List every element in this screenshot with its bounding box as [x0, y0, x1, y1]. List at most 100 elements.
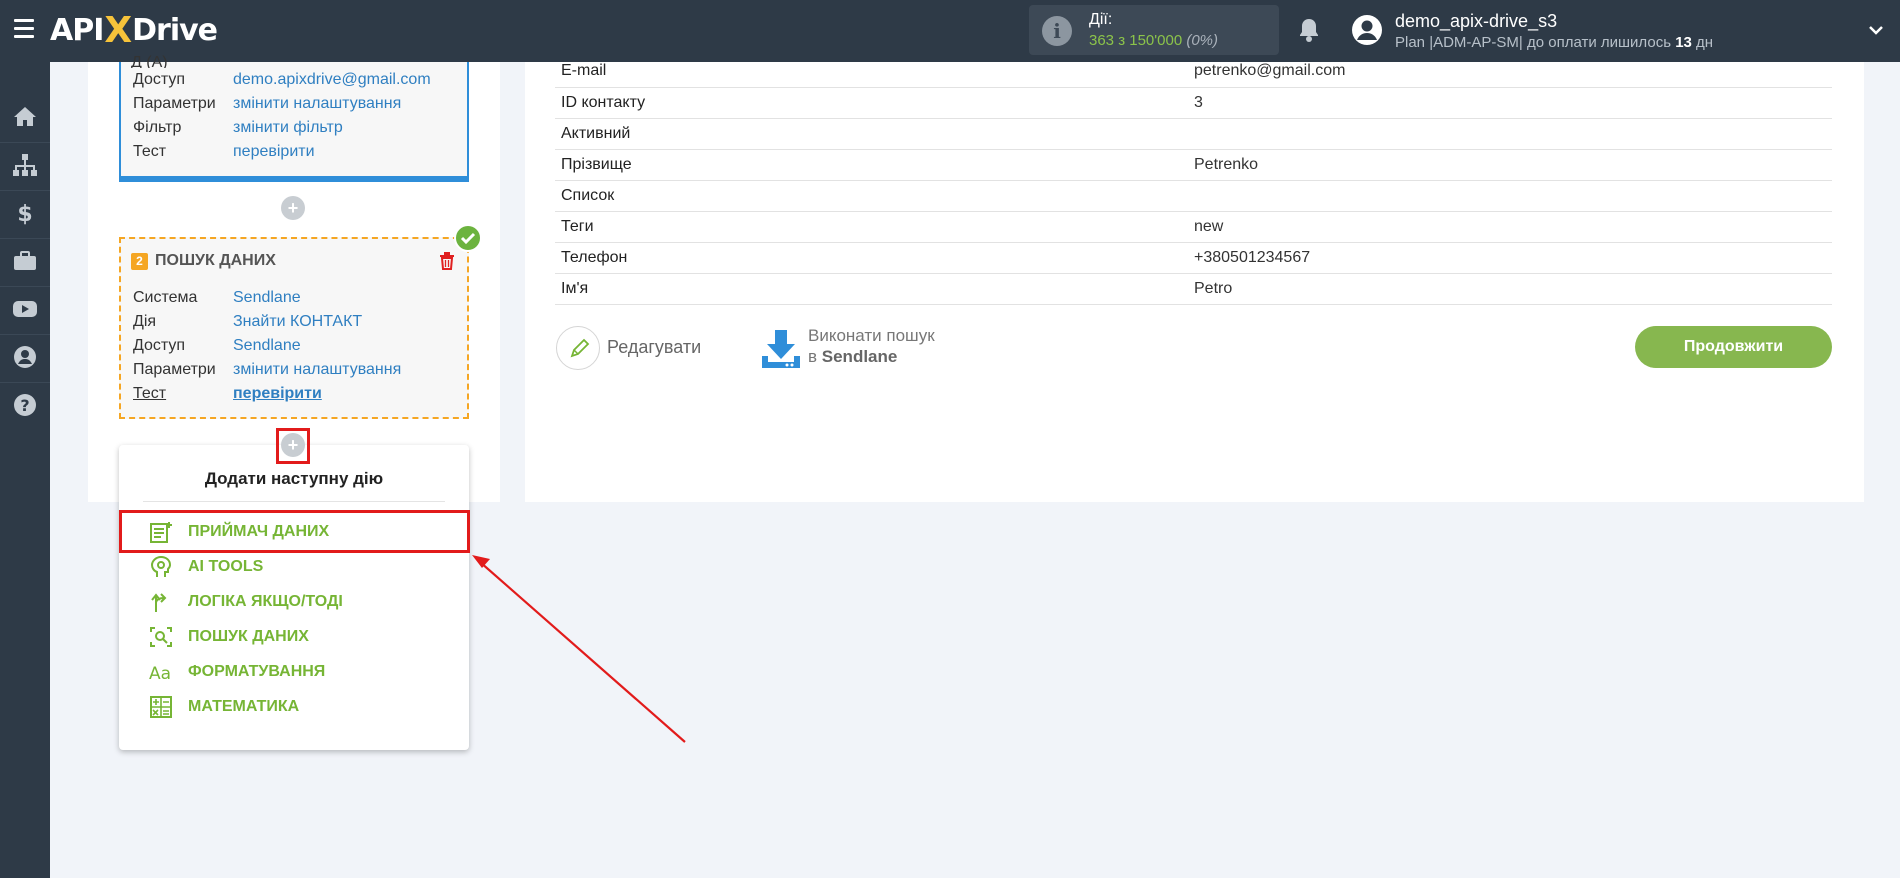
- field-name: Телефон: [555, 242, 1194, 274]
- ai-head-icon: [150, 556, 172, 577]
- actions-counter[interactable]: i Дії: 363 з 150'000 (0%): [1029, 5, 1279, 55]
- result-table: E-mail petrenko@gmail.com ID контакту 3 Ак…: [555, 56, 1832, 305]
- field-value: +380501234567: [1194, 242, 1832, 274]
- menu-item-ai-tools[interactable]: AI TOOLS: [119, 549, 469, 584]
- card2-row: Система Sendlane: [133, 289, 301, 307]
- add-step-button[interactable]: +: [281, 196, 305, 220]
- plan-prefix: Plan |ADM-AP-SM| до оплати лишилось: [1395, 34, 1672, 51]
- field-name: ID контакту: [555, 87, 1194, 119]
- table-row: Список: [555, 180, 1832, 212]
- user-circle-icon[interactable]: [12, 344, 38, 370]
- avatar-icon[interactable]: [1351, 14, 1383, 46]
- dollar-icon[interactable]: $: [12, 200, 38, 226]
- row-label: Фільтр: [133, 119, 182, 136]
- row-value-link[interactable]: перевірити: [233, 143, 315, 161]
- card-title: ПОШУК ДАНИХ: [155, 252, 276, 269]
- dropdown-title: Додати наступну дію: [204, 469, 384, 488]
- field-value: new: [1194, 211, 1832, 243]
- source-card: Д (A) Доступ demo.apixdrive@gmail.com Пар…: [119, 54, 469, 182]
- row-label: Система: [133, 289, 198, 306]
- row-value-link[interactable]: Знайти КОНТАКТ: [233, 313, 362, 331]
- branch-icon: [151, 593, 167, 612]
- actions-count: 363 з 150'000: [1089, 32, 1183, 49]
- logo-suffix: Drive: [132, 12, 218, 48]
- table-row: E-mail petrenko@gmail.com: [555, 56, 1832, 88]
- row-value-link[interactable]: Sendlane: [233, 337, 301, 355]
- search-data-card: 2 ПОШУК ДАНИХ Система Sendlane Дія Знайти …: [119, 237, 469, 419]
- menu-item-label: ФОРМАТУВАННЯ: [188, 663, 326, 680]
- math-icon: [150, 696, 172, 718]
- search-run-label[interactable]: Виконати пошук: [808, 326, 935, 346]
- continue-button[interactable]: Продовжити: [1635, 326, 1832, 368]
- row-value-link[interactable]: Sendlane: [233, 289, 301, 307]
- menu-item-label: МАТЕМАТИКА: [188, 698, 300, 715]
- field-name: E-mail: [555, 56, 1194, 88]
- table-row: ID контакту 3: [555, 87, 1832, 119]
- chevron-down-icon[interactable]: [1868, 22, 1884, 38]
- table-row: Активний: [555, 118, 1832, 150]
- youtube-icon[interactable]: [12, 296, 38, 322]
- test-link[interactable]: перевірити: [233, 385, 322, 403]
- card2-row: Тест перевірити: [133, 385, 322, 403]
- table-row: Телефон +380501234567: [555, 242, 1832, 274]
- field-value: [1194, 118, 1832, 150]
- svg-text:?: ?: [20, 396, 29, 415]
- table-row: Теги new: [555, 211, 1832, 243]
- divider: [143, 501, 445, 502]
- user-plan: Plan |ADM-AP-SM| до оплати лишилось 13 д…: [1395, 34, 1713, 51]
- search-in: в: [808, 347, 818, 366]
- edit-button[interactable]: [556, 326, 600, 370]
- menu-item-logic[interactable]: ЛОГІКА ЯКЩО/ТОДІ: [119, 584, 469, 619]
- row-label: Тест: [133, 143, 167, 160]
- clipped-row: Д (A): [131, 54, 168, 68]
- row-label: Дія: [133, 313, 157, 330]
- logo-x: X: [104, 9, 132, 51]
- field-value: Petrenko: [1194, 149, 1832, 181]
- step-number-badge: 2: [131, 253, 148, 270]
- bell-icon[interactable]: [1297, 17, 1321, 43]
- menu-item-math[interactable]: МАТЕМАТИКА: [119, 689, 469, 724]
- menu-item-search-data[interactable]: ПОШУК ДАНИХ: [119, 619, 469, 654]
- svg-text:Aa: Aa: [149, 664, 171, 683]
- actions-percent: (0%): [1186, 32, 1219, 49]
- download-search-icon[interactable]: [760, 328, 802, 370]
- field-name: Активний: [555, 118, 1194, 150]
- logo-prefix: API: [50, 12, 104, 48]
- card1-row: Параметри змінити налаштування: [133, 95, 401, 113]
- plan-suffix: дн: [1696, 34, 1714, 51]
- menu-item-formatting[interactable]: Aa ФОРМАТУВАННЯ: [119, 654, 469, 689]
- user-name[interactable]: demo_apix-drive_s3: [1395, 11, 1557, 32]
- sitemap-icon[interactable]: [12, 152, 38, 178]
- row-label: Параметри: [133, 95, 216, 112]
- highlight-box: [119, 510, 470, 553]
- search-run-target[interactable]: в Sendlane: [808, 347, 897, 367]
- menu-item-label: ЛОГІКА ЯКЩО/ТОДІ: [188, 593, 343, 610]
- edit-label[interactable]: Редагувати: [607, 337, 701, 358]
- row-label: Параметри: [133, 361, 216, 378]
- row-value-link[interactable]: змінити налаштування: [233, 95, 401, 113]
- logo[interactable]: API X Drive: [50, 10, 218, 51]
- row-value-link[interactable]: змінити фільтр: [233, 119, 343, 137]
- table-row: Прізвище Petrenko: [555, 149, 1832, 181]
- field-name: Ім'я: [555, 273, 1194, 305]
- help-icon[interactable]: ?: [12, 392, 38, 418]
- actions-label: Дії:: [1089, 11, 1113, 28]
- field-value: 3: [1194, 87, 1832, 119]
- search-data-icon: [150, 627, 172, 647]
- menu-icon[interactable]: [14, 19, 34, 41]
- row-value-link[interactable]: demo.apixdrive@gmail.com: [233, 71, 431, 89]
- field-value: [1194, 180, 1832, 212]
- row-label: Доступ: [133, 337, 186, 354]
- menu-item-label: ПОШУК ДАНИХ: [188, 628, 309, 645]
- svg-text:$: $: [17, 202, 32, 226]
- home-icon[interactable]: [12, 104, 38, 130]
- format-icon: Aa: [149, 664, 171, 683]
- card1-row: Доступ demo.apixdrive@gmail.com: [133, 71, 431, 89]
- field-value: petrenko@gmail.com: [1194, 56, 1832, 88]
- card1-row: Фільтр змінити фільтр: [133, 119, 343, 137]
- briefcase-icon[interactable]: [12, 248, 38, 274]
- card2-row: Доступ Sendlane: [133, 337, 301, 355]
- sidebar: $ ?: [0, 62, 50, 878]
- trash-icon[interactable]: [439, 252, 455, 270]
- row-value-link[interactable]: змінити налаштування: [233, 361, 401, 379]
